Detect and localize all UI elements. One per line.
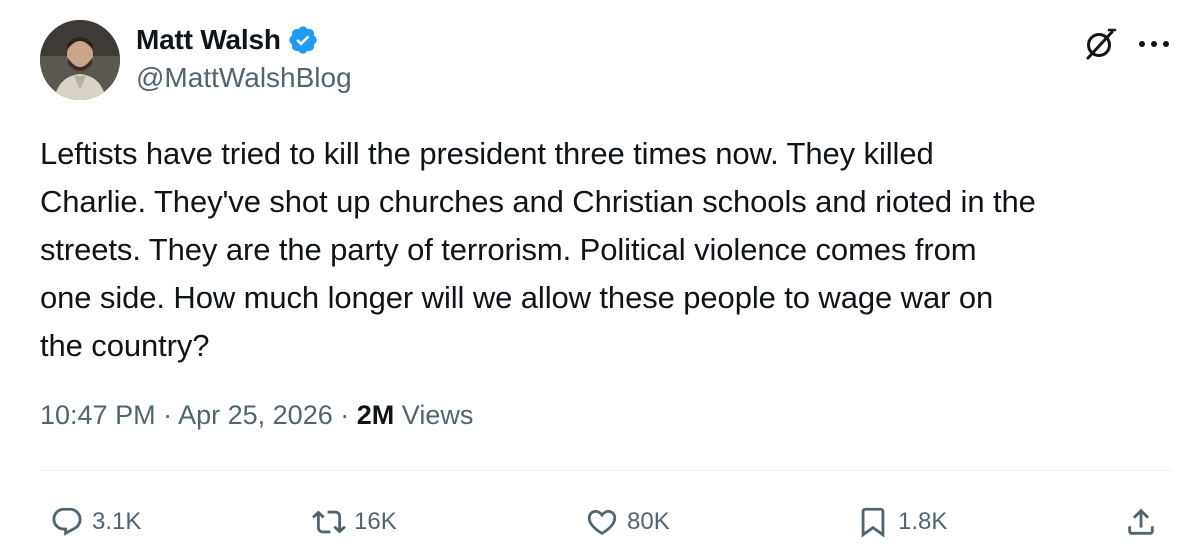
more-icon[interactable] (1136, 36, 1172, 52)
grok-icon[interactable] (1082, 26, 1118, 62)
author-handle[interactable]: @MattWalshBlog (136, 62, 352, 94)
avatar[interactable] (40, 20, 120, 100)
views-count: 2M (356, 400, 395, 430)
like-icon (587, 509, 617, 535)
bookmark-count: 1.8K (898, 508, 948, 535)
like-count: 80K (627, 508, 670, 535)
bookmark-icon (861, 507, 885, 538)
repost-button[interactable]: 16K (312, 502, 397, 542)
tweet-meta: 10:47 PM · Apr 25, 2026 · 2M Views (40, 400, 473, 431)
views-label: Views (401, 400, 474, 430)
avatar-image (40, 20, 120, 100)
share-button[interactable] (1124, 502, 1158, 542)
like-button[interactable]: 80K (585, 502, 670, 542)
reply-icon (52, 507, 82, 536)
author-name-row: Matt Walsh (136, 22, 319, 58)
author-display-name[interactable]: Matt Walsh (136, 24, 281, 56)
divider (40, 470, 1172, 471)
repost-icon (312, 510, 346, 534)
verified-badge-icon[interactable] (287, 24, 319, 56)
reply-count: 3.1K (92, 508, 142, 535)
tweet-text: Leftists have tried to kill the presiden… (40, 136, 1036, 363)
reply-button[interactable]: 3.1K (50, 502, 141, 542)
repost-count: 16K (354, 508, 397, 535)
share-icon (1128, 508, 1154, 535)
bookmark-button[interactable]: 1.8K (856, 502, 947, 542)
tweet-time[interactable]: 10:47 PM (40, 400, 156, 430)
meta-separator: · (340, 400, 350, 430)
tweet-date[interactable]: Apr 25, 2026 (178, 400, 333, 430)
meta-separator: · (163, 400, 173, 430)
